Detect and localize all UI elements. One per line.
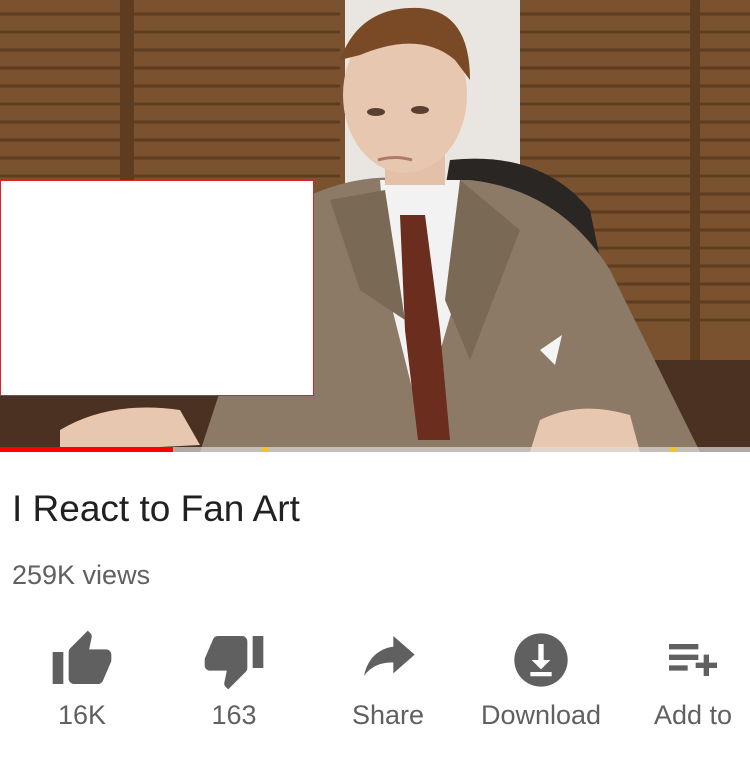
add-to-label: Add to <box>653 700 733 730</box>
video-title: I React to Fan Art <box>12 488 300 529</box>
view-count: 259K views <box>12 560 151 590</box>
video-player[interactable] <box>0 0 750 452</box>
progress-bar[interactable] <box>0 447 750 452</box>
progress-fill <box>0 447 173 452</box>
playlist-add-icon <box>669 644 717 676</box>
like-button[interactable]: 16K <box>30 620 134 740</box>
ad-marker <box>262 447 268 452</box>
thumbs-down-icon <box>204 636 264 690</box>
dislike-count: 163 <box>211 700 257 730</box>
download-icon <box>514 633 568 687</box>
share-label: Share <box>351 700 425 730</box>
thumbs-up-icon <box>52 630 112 684</box>
download-label: Download <box>480 700 602 730</box>
overlay-card <box>0 180 314 396</box>
add-to-button[interactable]: Add to <box>640 620 746 740</box>
like-count: 16K <box>57 700 107 730</box>
download-button[interactable]: Download <box>466 620 616 740</box>
share-button[interactable]: Share <box>336 620 440 740</box>
ad-marker <box>670 447 676 452</box>
action-bar: 16K 163 Share Download Add to <box>0 620 750 750</box>
dislike-button[interactable]: 163 <box>182 620 286 740</box>
share-arrow-icon <box>364 636 415 676</box>
